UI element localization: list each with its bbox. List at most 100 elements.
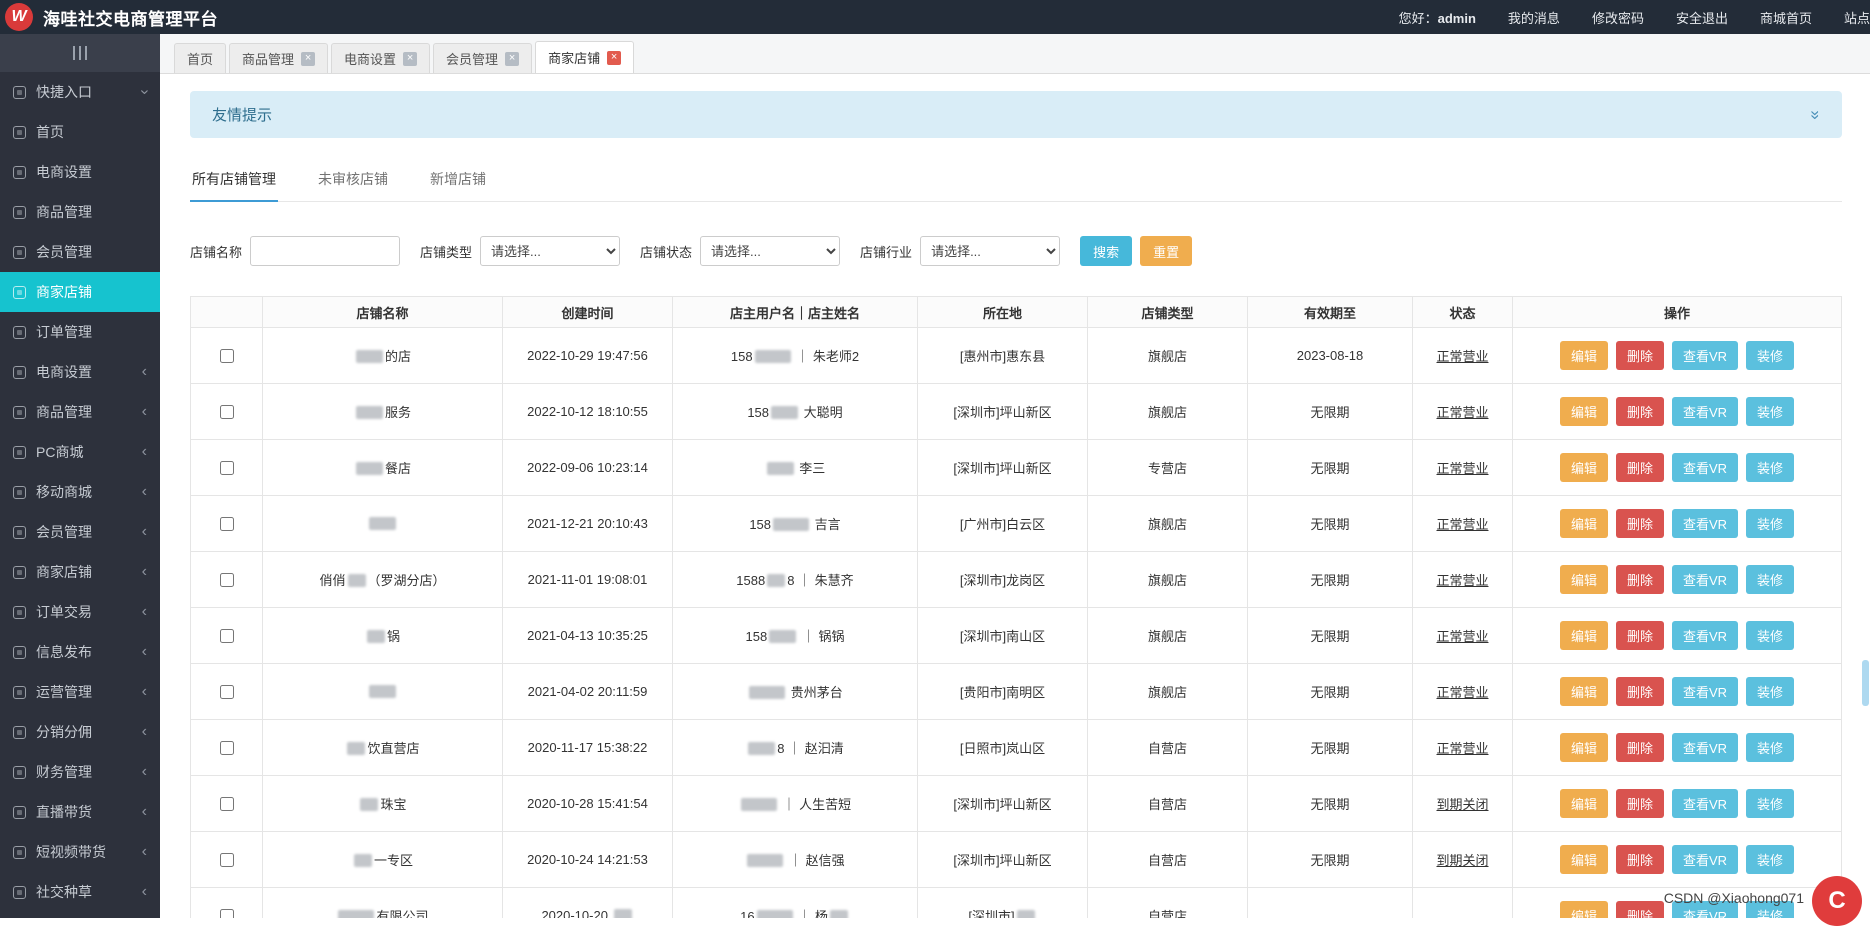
row-checkbox[interactable] [220, 740, 234, 755]
close-icon[interactable]: × [403, 51, 418, 66]
row-checkbox[interactable] [220, 516, 234, 531]
edit-button[interactable]: 编辑 [1559, 509, 1608, 538]
row-checkbox[interactable] [220, 796, 234, 811]
reset-button[interactable]: 重置 [1140, 236, 1193, 266]
tab[interactable]: 首页 [174, 43, 227, 73]
view-vr-button[interactable]: 查看VR [1671, 565, 1739, 594]
sidebar-item[interactable]: 订单交易 ‹ [0, 592, 160, 632]
header-link[interactable]: 站点地图 [1844, 8, 1870, 27]
subtab[interactable]: 未审核店铺 [316, 158, 390, 201]
scrollbar-thumb[interactable] [1862, 660, 1869, 706]
decorate-button[interactable]: 装修 [1746, 397, 1795, 426]
decorate-button[interactable]: 装修 [1746, 789, 1795, 818]
view-vr-button[interactable]: 查看VR [1671, 733, 1739, 762]
decorate-button[interactable]: 装修 [1746, 621, 1795, 650]
tab[interactable]: 电商设置 × [331, 43, 431, 73]
sidebar-item[interactable]: 商品管理 [0, 192, 160, 232]
row-checkbox[interactable] [220, 684, 234, 699]
shop-name-input[interactable] [250, 236, 401, 266]
sidebar-item[interactable]: 商家店铺 [0, 272, 160, 312]
view-vr-button[interactable]: 查看VR [1671, 677, 1739, 706]
view-vr-button[interactable]: 查看VR [1671, 397, 1739, 426]
delete-button[interactable]: 删除 [1615, 845, 1664, 874]
row-checkbox[interactable] [220, 908, 234, 918]
header-link[interactable]: 修改密码 [1592, 8, 1644, 27]
close-icon[interactable]: × [505, 51, 520, 66]
edit-button[interactable]: 编辑 [1559, 621, 1608, 650]
sidebar-item[interactable]: 移动商城 ‹ [0, 472, 160, 512]
edit-button[interactable]: 编辑 [1559, 341, 1608, 370]
edit-button[interactable]: 编辑 [1559, 845, 1608, 874]
subtab[interactable]: 新增店铺 [428, 158, 488, 201]
decorate-button[interactable]: 装修 [1746, 845, 1795, 874]
sidebar-item[interactable]: 首页 [0, 112, 160, 152]
delete-button[interactable]: 删除 [1615, 789, 1664, 818]
sidebar-item[interactable]: 商家店铺 ‹ [0, 552, 160, 592]
sidebar-item[interactable]: 电商设置 [0, 152, 160, 192]
menu-toggle[interactable] [0, 34, 160, 72]
decorate-button[interactable]: 装修 [1746, 565, 1795, 594]
decorate-button[interactable]: 装修 [1746, 341, 1795, 370]
tab[interactable]: 商家店铺 × [535, 41, 635, 73]
header-link[interactable]: 商城首页 [1760, 8, 1812, 27]
filter-select[interactable]: 请选择... [480, 236, 621, 266]
edit-button[interactable]: 编辑 [1559, 453, 1608, 482]
delete-button[interactable]: 删除 [1615, 733, 1664, 762]
sidebar-item[interactable]: 运营管理 ‹ [0, 672, 160, 712]
sidebar-item[interactable]: 社交种草 ‹ [0, 872, 160, 912]
delete-button[interactable]: 删除 [1615, 509, 1664, 538]
subtab[interactable]: 所有店铺管理 [190, 158, 278, 202]
tab[interactable]: 会员管理 × [433, 43, 533, 73]
sidebar-item[interactable]: 订单管理 [0, 312, 160, 352]
view-vr-button[interactable]: 查看VR [1671, 453, 1739, 482]
view-vr-button[interactable]: 查看VR [1671, 341, 1739, 370]
edit-button[interactable]: 编辑 [1559, 677, 1608, 706]
edit-button[interactable]: 编辑 [1559, 565, 1608, 594]
sidebar-item[interactable]: 信息发布 ‹ [0, 632, 160, 672]
view-vr-button[interactable]: 查看VR [1671, 845, 1739, 874]
sidebar-item[interactable]: 短视频带货 ‹ [0, 832, 160, 872]
edit-button[interactable]: 编辑 [1559, 733, 1608, 762]
edit-button[interactable]: 编辑 [1559, 901, 1608, 918]
sidebar-item[interactable]: 商品管理 ‹ [0, 392, 160, 432]
delete-button[interactable]: 删除 [1615, 901, 1664, 918]
sidebar-item[interactable]: 会员管理 ‹ [0, 512, 160, 552]
decorate-button[interactable]: 装修 [1746, 677, 1795, 706]
row-checkbox[interactable] [220, 852, 234, 867]
view-vr-button[interactable]: 查看VR [1671, 621, 1739, 650]
search-button[interactable]: 搜索 [1080, 236, 1133, 266]
sidebar-item[interactable]: 直播带货 ‹ [0, 792, 160, 832]
filter-select[interactable]: 请选择... [920, 236, 1061, 266]
delete-button[interactable]: 删除 [1615, 621, 1664, 650]
delete-button[interactable]: 删除 [1615, 565, 1664, 594]
row-checkbox[interactable] [220, 628, 234, 643]
row-checkbox[interactable] [220, 460, 234, 475]
delete-button[interactable]: 删除 [1615, 453, 1664, 482]
collapse-chevron-icon[interactable]: » [1805, 110, 1825, 119]
edit-button[interactable]: 编辑 [1559, 789, 1608, 818]
sidebar-item[interactable]: 财务管理 ‹ [0, 752, 160, 792]
sidebar-item[interactable]: 会员管理 [0, 232, 160, 272]
close-icon[interactable]: × [301, 51, 316, 66]
sidebar-item[interactable]: PC商城 ‹ [0, 432, 160, 472]
delete-button[interactable]: 删除 [1615, 677, 1664, 706]
header-link[interactable]: 我的消息 [1508, 8, 1560, 27]
view-vr-button[interactable]: 查看VR [1671, 789, 1739, 818]
view-vr-button[interactable]: 查看VR [1671, 509, 1739, 538]
sidebar-item[interactable]: 电商设置 ‹ [0, 352, 160, 392]
decorate-button[interactable]: 装修 [1746, 509, 1795, 538]
close-icon[interactable]: × [607, 50, 622, 65]
decorate-button[interactable]: 装修 [1746, 733, 1795, 762]
edit-button[interactable]: 编辑 [1559, 397, 1608, 426]
delete-button[interactable]: 删除 [1615, 341, 1664, 370]
filter-select[interactable]: 请选择... [700, 236, 841, 266]
row-checkbox[interactable] [220, 404, 234, 419]
decorate-button[interactable]: 装修 [1746, 453, 1795, 482]
tab[interactable]: 商品管理 × [229, 43, 329, 73]
header-link[interactable]: 安全退出 [1676, 8, 1728, 27]
sidebar-item[interactable]: 快捷入口 ‹ [0, 72, 160, 112]
delete-button[interactable]: 删除 [1615, 397, 1664, 426]
sidebar-item[interactable]: 分销分佣 ‹ [0, 712, 160, 752]
row-checkbox[interactable] [220, 572, 234, 587]
row-checkbox[interactable] [220, 348, 234, 363]
